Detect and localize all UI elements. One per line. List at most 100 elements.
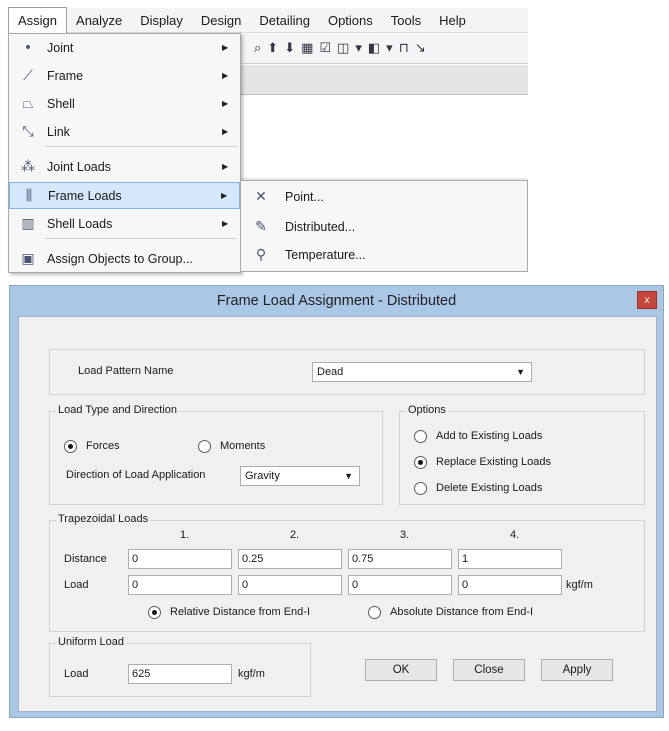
submenu-item-point[interactable]: ✕ Point...	[241, 183, 527, 211]
load-type-title: Load Type and Direction	[56, 404, 180, 416]
uniform-load-input[interactable]: 625	[128, 664, 232, 684]
forces-radio[interactable]	[64, 440, 77, 453]
menu-item-shell[interactable]: ⏢ Shell ▶	[9, 90, 240, 117]
portal-frame-icon[interactable]: ⊓	[399, 41, 409, 56]
grid-icon[interactable]: ▦	[301, 41, 313, 56]
dialog-title: Frame Load Assignment - Distributed	[216, 293, 457, 309]
col-header-2: 2.	[290, 529, 300, 541]
trapezoidal-unit: kgf/m	[566, 579, 593, 591]
direction-label: Direction of Load Application	[66, 469, 206, 481]
menu-item-assign-objects-to-group[interactable]: ▣ Assign Objects to Group...	[9, 245, 240, 272]
dropdown-dot-icon-2[interactable]: ▾	[386, 41, 393, 56]
relative-distance-label: Relative Distance from End-I	[170, 606, 310, 618]
chevron-right-icon: ▶	[222, 71, 229, 80]
load-input-1[interactable]: 0	[128, 575, 232, 595]
load-input-3[interactable]: 0	[348, 575, 452, 595]
submenu-item-label: Point...	[285, 190, 324, 204]
menu-item-label: Assign Objects to Group...	[47, 251, 193, 266]
object-icon[interactable]: ◧	[368, 41, 380, 56]
menu-item-frame-loads[interactable]: ⫼ Frame Loads ▶	[9, 182, 240, 209]
trapezoidal-title: Trapezoidal Loads	[56, 513, 151, 525]
view-3d-icon[interactable]: ⌕	[254, 41, 261, 56]
delete-existing-label: Delete Existing Loads	[436, 482, 543, 494]
add-existing-label: Add to Existing Loads	[436, 430, 543, 442]
col-header-3: 3.	[400, 529, 410, 541]
submenu-item-temperature[interactable]: ⚲ Temperature...	[241, 241, 527, 269]
checkbox-icon[interactable]: ☑	[319, 41, 331, 56]
dialog-body: Load Pattern Name Dead ▼ Load Type and D…	[18, 316, 657, 712]
joint-icon: •	[23, 39, 33, 56]
frame-load-dialog: Frame Load Assignment - Distributed x Lo…	[9, 285, 664, 718]
menu-assign[interactable]: Assign	[8, 7, 68, 33]
load-input-4[interactable]: 0	[458, 575, 562, 595]
link-icon: ⤡	[22, 123, 34, 140]
submenu-item-label: Temperature...	[285, 248, 366, 262]
menubar: Assign Analyze Display Design Detailing …	[8, 7, 528, 33]
replace-existing-label: Replace Existing Loads	[436, 456, 551, 468]
menu-display[interactable]: Display	[131, 8, 192, 33]
chevron-down-icon: ▼	[344, 471, 353, 481]
draw-icon[interactable]: ↘	[415, 41, 426, 56]
shell-icon: ⏢	[22, 95, 34, 112]
replace-existing-radio[interactable]	[414, 456, 427, 469]
close-button[interactable]: Close	[453, 659, 525, 681]
chevron-right-icon: ▶	[222, 162, 229, 171]
move-up-icon[interactable]: ⬆	[267, 41, 278, 56]
load-type-group: Load Type and Direction Forces Moments D…	[49, 404, 383, 505]
ok-button[interactable]: OK	[365, 659, 437, 681]
options-group: Options Add to Existing Loads Replace Ex…	[399, 404, 645, 505]
distance-input-4[interactable]: 1	[458, 549, 562, 569]
point-load-icon: ✕	[255, 189, 267, 205]
chevron-right-icon: ▶	[222, 99, 229, 108]
moments-label: Moments	[220, 440, 266, 452]
menu-item-link[interactable]: ⤡ Link ▶	[9, 118, 240, 145]
menu-tools[interactable]: Tools	[382, 8, 430, 33]
moments-radio[interactable]	[198, 440, 211, 453]
forces-label: Forces	[86, 440, 120, 452]
absolute-distance-radio[interactable]	[368, 606, 381, 619]
delete-existing-radio[interactable]	[414, 482, 427, 495]
col-header-1: 1.	[180, 529, 190, 541]
uniform-load-label: Load	[64, 668, 89, 680]
dropdown-dot-icon[interactable]: ▾	[355, 41, 362, 56]
menu-design[interactable]: Design	[192, 8, 250, 33]
add-existing-radio[interactable]	[414, 430, 427, 443]
menu-detailing[interactable]: Detailing	[250, 8, 319, 33]
submenu-item-distributed[interactable]: ✎ Distributed...	[241, 213, 527, 241]
frame-loads-icon: ⫼	[25, 187, 33, 204]
load-pattern-label: Load Pattern Name	[78, 365, 174, 377]
menu-item-joint[interactable]: • Joint ▶	[9, 34, 240, 61]
chevron-right-icon: ▶	[222, 219, 229, 228]
menu-item-joint-loads[interactable]: ⁂ Joint Loads ▶	[9, 153, 240, 180]
relative-distance-radio[interactable]	[148, 606, 161, 619]
menu-help[interactable]: Help	[430, 8, 475, 33]
toolbar-secondary	[240, 65, 528, 95]
load-pattern-group: Load Pattern Name Dead ▼	[49, 349, 645, 395]
uniform-load-group: Uniform Load Load 625 kgf/m	[49, 636, 311, 697]
options-title: Options	[406, 404, 448, 416]
menu-options[interactable]: Options	[319, 8, 382, 33]
load-pattern-select[interactable]: Dead ▼	[312, 362, 532, 382]
shell-loads-icon: ▥	[21, 215, 35, 232]
menu-item-frame[interactable]: ⟋ Frame ▶	[9, 62, 240, 89]
direction-value: Gravity	[245, 470, 280, 482]
absolute-distance-label: Absolute Distance from End-I	[390, 606, 534, 618]
apply-button[interactable]: Apply	[541, 659, 613, 681]
distance-input-2[interactable]: 0.25	[238, 549, 342, 569]
toolbar: ⌕ ⬆ ⬇ ▦ ☑ ◫ ▾ ◧ ▾ ⊓ ↘	[240, 34, 528, 64]
menu-item-shell-loads[interactable]: ▥ Shell Loads ▶	[9, 210, 240, 237]
load-input-2[interactable]: 0	[238, 575, 342, 595]
frame-icon: ⟋	[23, 67, 33, 84]
direction-select[interactable]: Gravity ▼	[240, 466, 360, 486]
move-down-icon[interactable]: ⬇	[284, 41, 295, 56]
chevron-right-icon: ▶	[222, 127, 229, 136]
distance-input-1[interactable]: 0	[128, 549, 232, 569]
frame-view-icon[interactable]: ◫	[337, 41, 349, 56]
menu-analyze[interactable]: Analyze	[67, 8, 131, 33]
submenu-item-label: Distributed...	[285, 220, 356, 234]
distance-input-3[interactable]: 0.75	[348, 549, 452, 569]
chevron-down-icon: ▼	[516, 367, 525, 377]
joint-loads-icon: ⁂	[21, 158, 35, 175]
menu-item-label: Shell Loads	[47, 216, 113, 231]
close-icon[interactable]: x	[637, 291, 657, 309]
